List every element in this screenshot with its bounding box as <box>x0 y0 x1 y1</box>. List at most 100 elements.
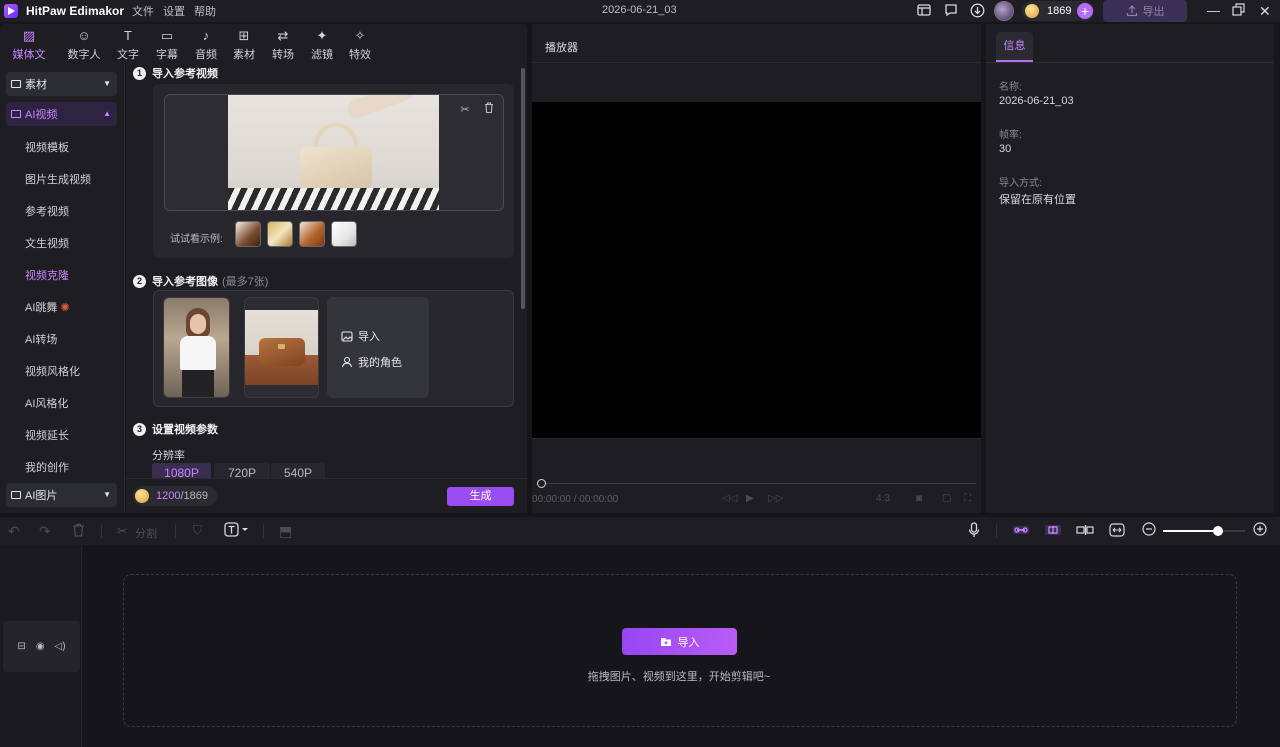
sample-thumbnail[interactable] <box>235 221 261 247</box>
export-button[interactable]: 导出 <box>1103 0 1187 22</box>
tool-label: 特效 <box>349 49 371 61</box>
menu-help[interactable]: 帮助 <box>194 3 216 19</box>
restore-icon[interactable] <box>1232 3 1245 19</box>
step1-heading: 1 导入参考视频 <box>133 65 218 81</box>
video-screen[interactable] <box>532 102 981 438</box>
minimize-icon[interactable]: — <box>1207 3 1220 18</box>
tool-text[interactable]: T 文字 <box>108 28 148 62</box>
fit-timeline-icon[interactable] <box>1109 522 1125 541</box>
fullscreen-icon[interactable]: ⛶ <box>964 493 971 504</box>
trash-icon[interactable] <box>481 102 497 118</box>
link-clips-icon[interactable] <box>1012 522 1030 541</box>
effects-icon: ✧ <box>354 28 366 43</box>
undo-icon[interactable]: ↶ <box>8 523 20 540</box>
delete-icon[interactable] <box>72 523 85 540</box>
track-controls: ⊟ ◉ ◁) <box>3 621 80 672</box>
close-icon[interactable]: ✕ <box>1259 3 1271 20</box>
reference-video-preview[interactable]: ✂ <box>164 94 504 211</box>
menu-file[interactable]: 文件 <box>132 3 154 19</box>
sidebar-item-video-clone[interactable]: 视频克隆 <box>25 267 69 283</box>
text-template-icon[interactable] <box>224 522 250 541</box>
sidebar-item-reference-video[interactable]: 参考视频 <box>25 203 69 219</box>
step2-heading: 2 导入参考图像 (最多7张) <box>133 273 268 289</box>
avatar-person-icon: ☺ <box>77 28 91 43</box>
tool-digital-human[interactable]: ☺ 数字人 <box>64 28 104 62</box>
step-title: 导入参考图像 <box>152 276 218 288</box>
credits-value: 1869 <box>1047 5 1072 17</box>
step-number: 2 <box>133 274 146 288</box>
tool-effects[interactable]: ✧ 特效 <box>340 28 380 62</box>
tool-subtitle[interactable]: ▭ 字幕 <box>147 28 187 62</box>
samples-label: 试试看示例: <box>170 234 223 245</box>
user-avatar[interactable] <box>994 1 1014 21</box>
snapshot-icon[interactable]: ◙ <box>916 493 922 504</box>
title-bar: HitPaw Edimakor 文件 设置 帮助 2026-06-21_03 1… <box>0 0 1280 22</box>
magnet-snap-icon[interactable] <box>1044 522 1062 541</box>
sidebar-item-video-stylize[interactable]: 视频风格化 <box>25 363 80 379</box>
split-track-icon[interactable] <box>1076 522 1094 541</box>
tab-info[interactable]: 信息 <box>996 32 1033 62</box>
sidebar-group-ai-video[interactable]: AI视频 ▲ <box>6 102 117 126</box>
zoom-in-icon[interactable] <box>1253 522 1267 539</box>
my-roles-button[interactable]: 我的角色 <box>341 354 402 370</box>
prev-frame-icon[interactable]: ◁◁ <box>722 493 737 504</box>
tool-filter[interactable]: ✦ 滤镜 <box>302 28 342 62</box>
zoom-out-icon[interactable] <box>1142 522 1156 539</box>
layout-icon[interactable] <box>916 3 932 19</box>
player-panel: 播放器 00:00:00 / 00:00:00 ◁◁ ▶ ▷▷ 4:3 ◙ ▢ … <box>532 24 981 513</box>
reference-image-person[interactable] <box>163 297 230 398</box>
sidebar-item-image-to-video[interactable]: 图片生成视频 <box>25 171 91 187</box>
sidebar-group-ai-image[interactable]: AI图片 ▼ <box>6 483 117 507</box>
tool-label: 字幕 <box>156 49 178 61</box>
mute-speaker-icon[interactable]: ◁) <box>55 641 66 652</box>
lock-track-icon[interactable]: ⊟ <box>17 641 25 652</box>
sidebar-item-label: AI跳舞 <box>25 302 58 314</box>
sidebar-item-ai-dance[interactable]: AI跳舞 ✺ <box>25 299 70 315</box>
visibility-eye-icon[interactable]: ◉ <box>36 641 45 652</box>
sample-thumbnail[interactable] <box>299 221 325 247</box>
microphone-icon[interactable] <box>968 522 980 541</box>
timeline-import-button[interactable]: 导入 <box>622 628 737 655</box>
redo-icon[interactable]: ↷ <box>39 523 51 540</box>
sidebar-item-my-creations[interactable]: 我的创作 <box>25 459 69 475</box>
coin-icon <box>135 489 149 503</box>
tool-audio[interactable]: ♪ 音频 <box>186 28 226 62</box>
player-title: 播放器 <box>545 42 578 54</box>
sidebar-item-ai-transition[interactable]: AI转场 <box>25 331 57 347</box>
sidebar-item-video-extend[interactable]: 视频延长 <box>25 427 69 443</box>
balance-value: /1869 <box>180 490 209 502</box>
tool-label: 音频 <box>195 49 217 61</box>
split-icon[interactable]: ✂ <box>117 524 127 538</box>
sidebar-item-video-template[interactable]: 视频模板 <box>25 139 69 155</box>
download-icon[interactable] <box>969 3 985 19</box>
feedback-icon[interactable] <box>943 3 959 19</box>
playhead-handle[interactable] <box>537 479 546 488</box>
menu-settings[interactable]: 设置 <box>163 3 185 19</box>
info-panel: 信息 名称: 2026-06-21_03 帧率: 30 导入方式: 保留在原有位… <box>986 24 1274 513</box>
scissors-icon[interactable]: ✂ <box>457 102 473 118</box>
tool-assets[interactable]: ⊞ 素材 <box>224 28 264 62</box>
resolution-label: 分辨率 <box>152 450 185 462</box>
ai-video-icon <box>11 110 21 118</box>
sidebar-item-ai-stylize[interactable]: AI风格化 <box>25 395 68 411</box>
add-credits-icon[interactable]: + <box>1077 3 1093 19</box>
aspect-ratio-select[interactable]: 4:3 <box>876 493 890 504</box>
split-label[interactable]: 分割 <box>135 525 157 541</box>
sample-thumbnail[interactable] <box>267 221 293 247</box>
sidebar-group-assets[interactable]: 素材 ▼ <box>6 72 117 96</box>
next-frame-icon[interactable]: ▷▷ <box>768 493 783 504</box>
generate-button[interactable]: 生成 <box>447 487 514 506</box>
play-icon[interactable]: ▶ <box>746 493 754 504</box>
reference-image-bag[interactable] <box>244 297 319 398</box>
import-image-button[interactable]: 导入 <box>341 328 380 344</box>
timeline-area: ⊟ ◉ ◁) 导入 拖拽图片、视频到这里，开始剪辑吧~ <box>0 545 1280 747</box>
sidebar-item-text-to-video[interactable]: 文生视频 <box>25 235 69 251</box>
tool-transition[interactable]: ⇄ 转场 <box>263 28 303 62</box>
sample-thumbnail[interactable] <box>331 221 357 247</box>
marker-icon[interactable]: ⛉ <box>193 523 202 538</box>
crop-icon[interactable]: ▢ <box>942 493 951 504</box>
export-frame-icon[interactable]: ⬒ <box>279 523 292 540</box>
panel-scrollbar[interactable] <box>521 68 525 309</box>
playhead-track[interactable] <box>546 483 976 484</box>
zoom-slider-handle[interactable] <box>1213 526 1223 536</box>
